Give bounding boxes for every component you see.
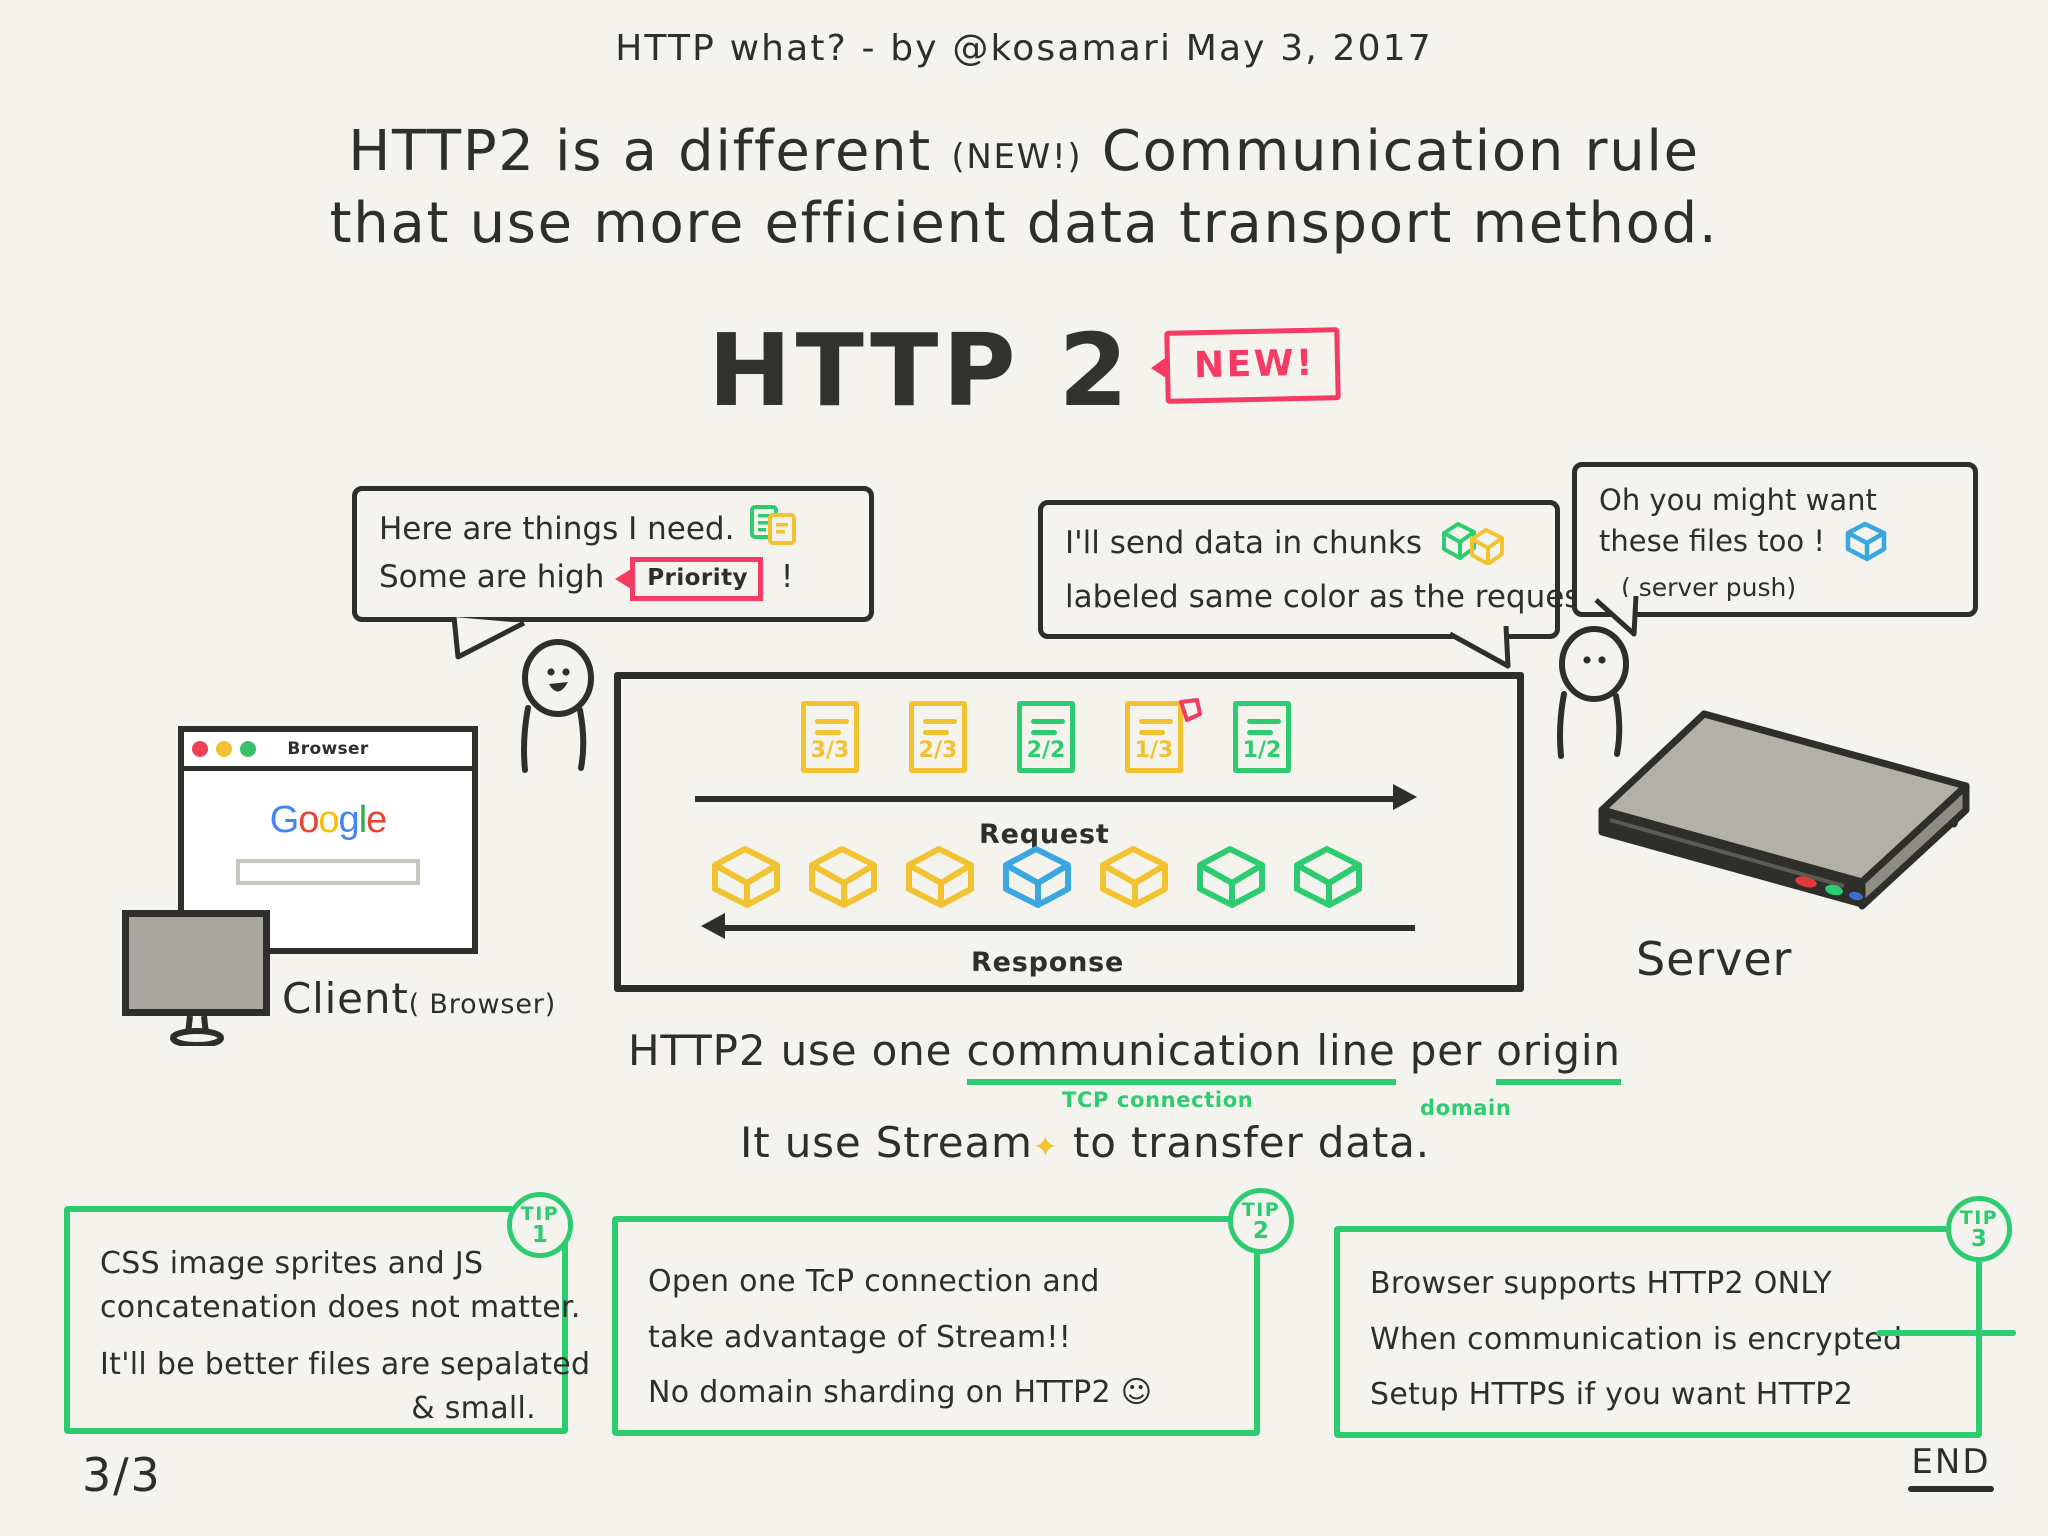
request-doc: 3/3 <box>801 701 859 773</box>
client-bubble-line-1: Here are things I need. <box>379 505 849 557</box>
page-headline: HTTP2 is a different (NEW!) Communicatio… <box>0 116 2048 259</box>
response-arrow-head <box>701 913 725 939</box>
priority-tag: Priority <box>615 556 763 602</box>
response-cube <box>1294 846 1362 908</box>
push-cube-icon <box>1844 520 1888 572</box>
headline-new-note: (NEW!) <box>951 137 1083 177</box>
server-label: Server <box>1636 932 1793 986</box>
client-stick-figure <box>508 630 628 780</box>
google-search-input[interactable] <box>236 859 420 885</box>
client-bubble-line-2: Some are high Priority ! <box>379 556 849 602</box>
request-document-row: 3/3 2/3 2/2 1/3 1/2 <box>801 698 1291 773</box>
google-logo: Google <box>269 799 388 841</box>
browser-titlebar: Browser <box>184 732 472 771</box>
byline: HTTP what? - by @kosamari May 3, 2017 <box>615 28 1433 69</box>
page-number: 3/3 <box>82 1448 162 1502</box>
tip-3-line: Setup HTTPS if you want HTTP2 <box>1370 1377 1854 1412</box>
response-cube-row <box>709 843 1365 911</box>
headline-part-a: HTTP2 is a different <box>348 119 932 184</box>
server-push-bubble: Oh you might want these files too ! ( se… <box>1572 462 1978 618</box>
caption-1-part-b: per <box>1395 1026 1497 1075</box>
chunk-cubes-icon <box>1438 519 1510 577</box>
server-chunks-line-2: labeled same color as the request. <box>1065 578 1603 615</box>
http2-flow-diagram: 3/3 2/3 2/2 1/3 1/2 Request Response <box>614 672 1524 992</box>
caption-1-part-a: HTTP2 use one <box>628 1026 967 1075</box>
tip-3-line-2-text: When communication is encrypted <box>1370 1321 1903 1357</box>
response-cube <box>712 846 780 908</box>
request-doc-fraction: 3/3 <box>810 738 850 763</box>
tip-badge-2-number: 2 <box>1252 1218 1270 1245</box>
request-doc: 1/2 <box>1233 701 1291 773</box>
new-badge: NEW! <box>1164 327 1341 404</box>
response-cube <box>1100 846 1168 908</box>
client-label: Client( Browser) <box>282 974 557 1023</box>
caption-underlined-origin: origin <box>1496 1026 1621 1085</box>
tip-badge-3-number: 3 <box>1970 1226 1988 1253</box>
tip-box-1: CSS image sprites and JS concatenation d… <box>64 1206 591 1434</box>
tip-1-line: concatenation does not matter. <box>100 1289 581 1325</box>
response-cube <box>1003 846 1071 908</box>
tip-box-2: Open one TcP connection and take advanta… <box>612 1216 1260 1436</box>
documents-icon <box>750 505 798 557</box>
request-doc: 2/3 <box>909 701 967 773</box>
client-label-paren: ( Browser) <box>408 989 557 1020</box>
request-arrow-line <box>695 796 1395 802</box>
request-doc: 1/3 <box>1125 698 1202 773</box>
tip-1-line: CSS image sprites and JS <box>100 1246 484 1281</box>
server-chunks-line-1: I'll send data in chunks <box>1065 519 1535 577</box>
server-push-line-1: Oh you might want <box>1599 483 1877 517</box>
request-arrow-head <box>1393 784 1417 810</box>
response-cube <box>809 846 877 908</box>
caption-line-2: It use Stream✦ to transfer data. <box>740 1118 1430 1167</box>
end-mark: END <box>1908 1442 1994 1492</box>
headline-line-2: that use more efficient data transport m… <box>329 190 1719 256</box>
big-title-row: HTTP 2 NEW! <box>0 312 2048 429</box>
tip-1-line: & small. <box>411 1390 536 1426</box>
headline-part-b: Communication rule <box>1101 119 1700 184</box>
tip-2-line: No domain sharding on HTTP2 ☺ <box>648 1375 1153 1410</box>
infographic-canvas: HTTP what? - by @kosamari May 3, 2017 HT… <box>0 0 2048 1536</box>
sparkle-icon: ✦ <box>1032 1130 1059 1165</box>
priority-flag-icon <box>1179 698 1202 722</box>
tip-3-line: When communication is encrypted <box>1370 1318 1950 1362</box>
tip-3-line: Browser supports HTTP2 ONLY <box>1370 1266 1833 1301</box>
tip-badge-3: TIP 3 <box>1946 1196 2012 1262</box>
caption-2-part-a: It use Stream <box>740 1118 1033 1167</box>
annotation-domain: domain <box>1420 1096 1512 1120</box>
server-push-line-2: these files too ! <box>1599 520 1953 572</box>
request-doc-fraction: 2/3 <box>918 738 958 763</box>
monitor-screen <box>122 910 270 1016</box>
caption-line-1: HTTP2 use one communication line per ori… <box>628 1026 1621 1085</box>
tip-badge-1-number: 1 <box>531 1222 549 1249</box>
server-machine <box>1598 710 1970 910</box>
monitor-stand <box>170 1016 224 1046</box>
caption-2-part-b: to transfer data. <box>1058 1118 1430 1167</box>
annotation-tcp-connection: TCP connection <box>1062 1088 1254 1112</box>
request-doc-fraction: 1/3 <box>1134 738 1174 763</box>
tip-2-line: Open one TcP connection and <box>648 1264 1100 1299</box>
request-doc-fraction: 2/2 <box>1026 738 1066 763</box>
tip-1-line: It'll be better files are sepalated <box>100 1347 591 1382</box>
client-speech-bubble: Here are things I need. Some are high Pr… <box>352 486 874 623</box>
tip-2-line: take advantage of Stream!! <box>648 1319 1072 1355</box>
request-doc-fraction: 1/2 <box>1242 738 1282 763</box>
end-label: END <box>1911 1442 1991 1482</box>
encrypted-underline <box>1876 1330 2016 1336</box>
server-push-line-3: ( server push) <box>1621 572 1797 602</box>
server-chunks-bubble-tail <box>1448 626 1511 669</box>
end-underline <box>1908 1486 1994 1492</box>
browser-title: Browser <box>287 739 369 759</box>
tip-badge-2: TIP 2 <box>1228 1188 1294 1254</box>
response-cube <box>906 846 974 908</box>
response-cube <box>1197 846 1265 908</box>
caption-underlined-tcp: communication line <box>966 1026 1396 1085</box>
tip-badge-1: TIP 1 <box>507 1192 573 1258</box>
server-chunks-bubble: I'll send data in chunks labeled same co… <box>1038 500 1603 640</box>
response-label: Response <box>971 947 1125 978</box>
request-doc: 2/2 <box>1017 701 1075 773</box>
response-arrow-line <box>725 925 1415 931</box>
big-title: HTTP 2 <box>707 312 1133 429</box>
